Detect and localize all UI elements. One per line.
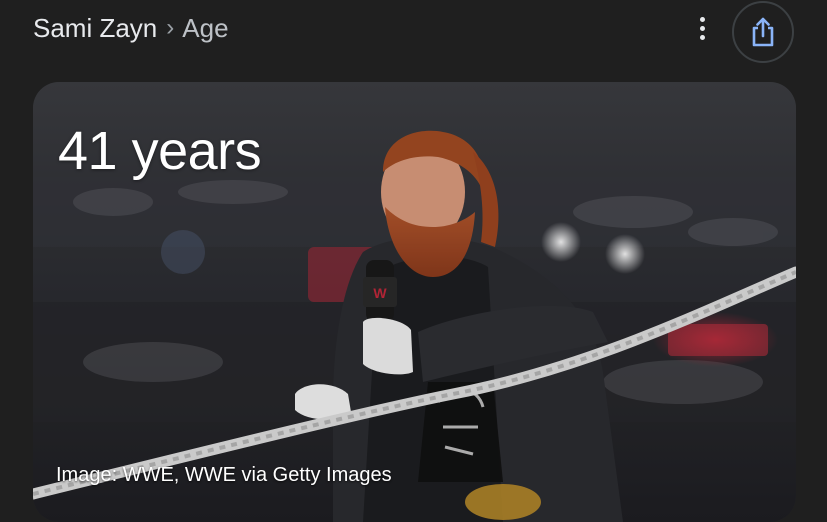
breadcrumb-attribute: Age [182, 13, 229, 43]
breadcrumb-entity[interactable]: Sami Zayn [33, 12, 157, 44]
age-card[interactable]: W 41 years Image: WWE, WWE via Getty Ima… [33, 82, 796, 522]
age-value: 41 years [58, 121, 262, 181]
more-options-button[interactable] [688, 12, 716, 44]
image-credit[interactable]: Image: WWE, WWE via Getty Images [56, 463, 392, 487]
breadcrumb: Sami Zayn › Age [33, 12, 229, 44]
header: Sami Zayn › Age [0, 0, 827, 70]
breadcrumb-separator-icon: › [166, 14, 175, 41]
more-vert-icon [699, 16, 705, 22]
share-icon [752, 17, 774, 47]
share-button[interactable] [732, 1, 794, 63]
